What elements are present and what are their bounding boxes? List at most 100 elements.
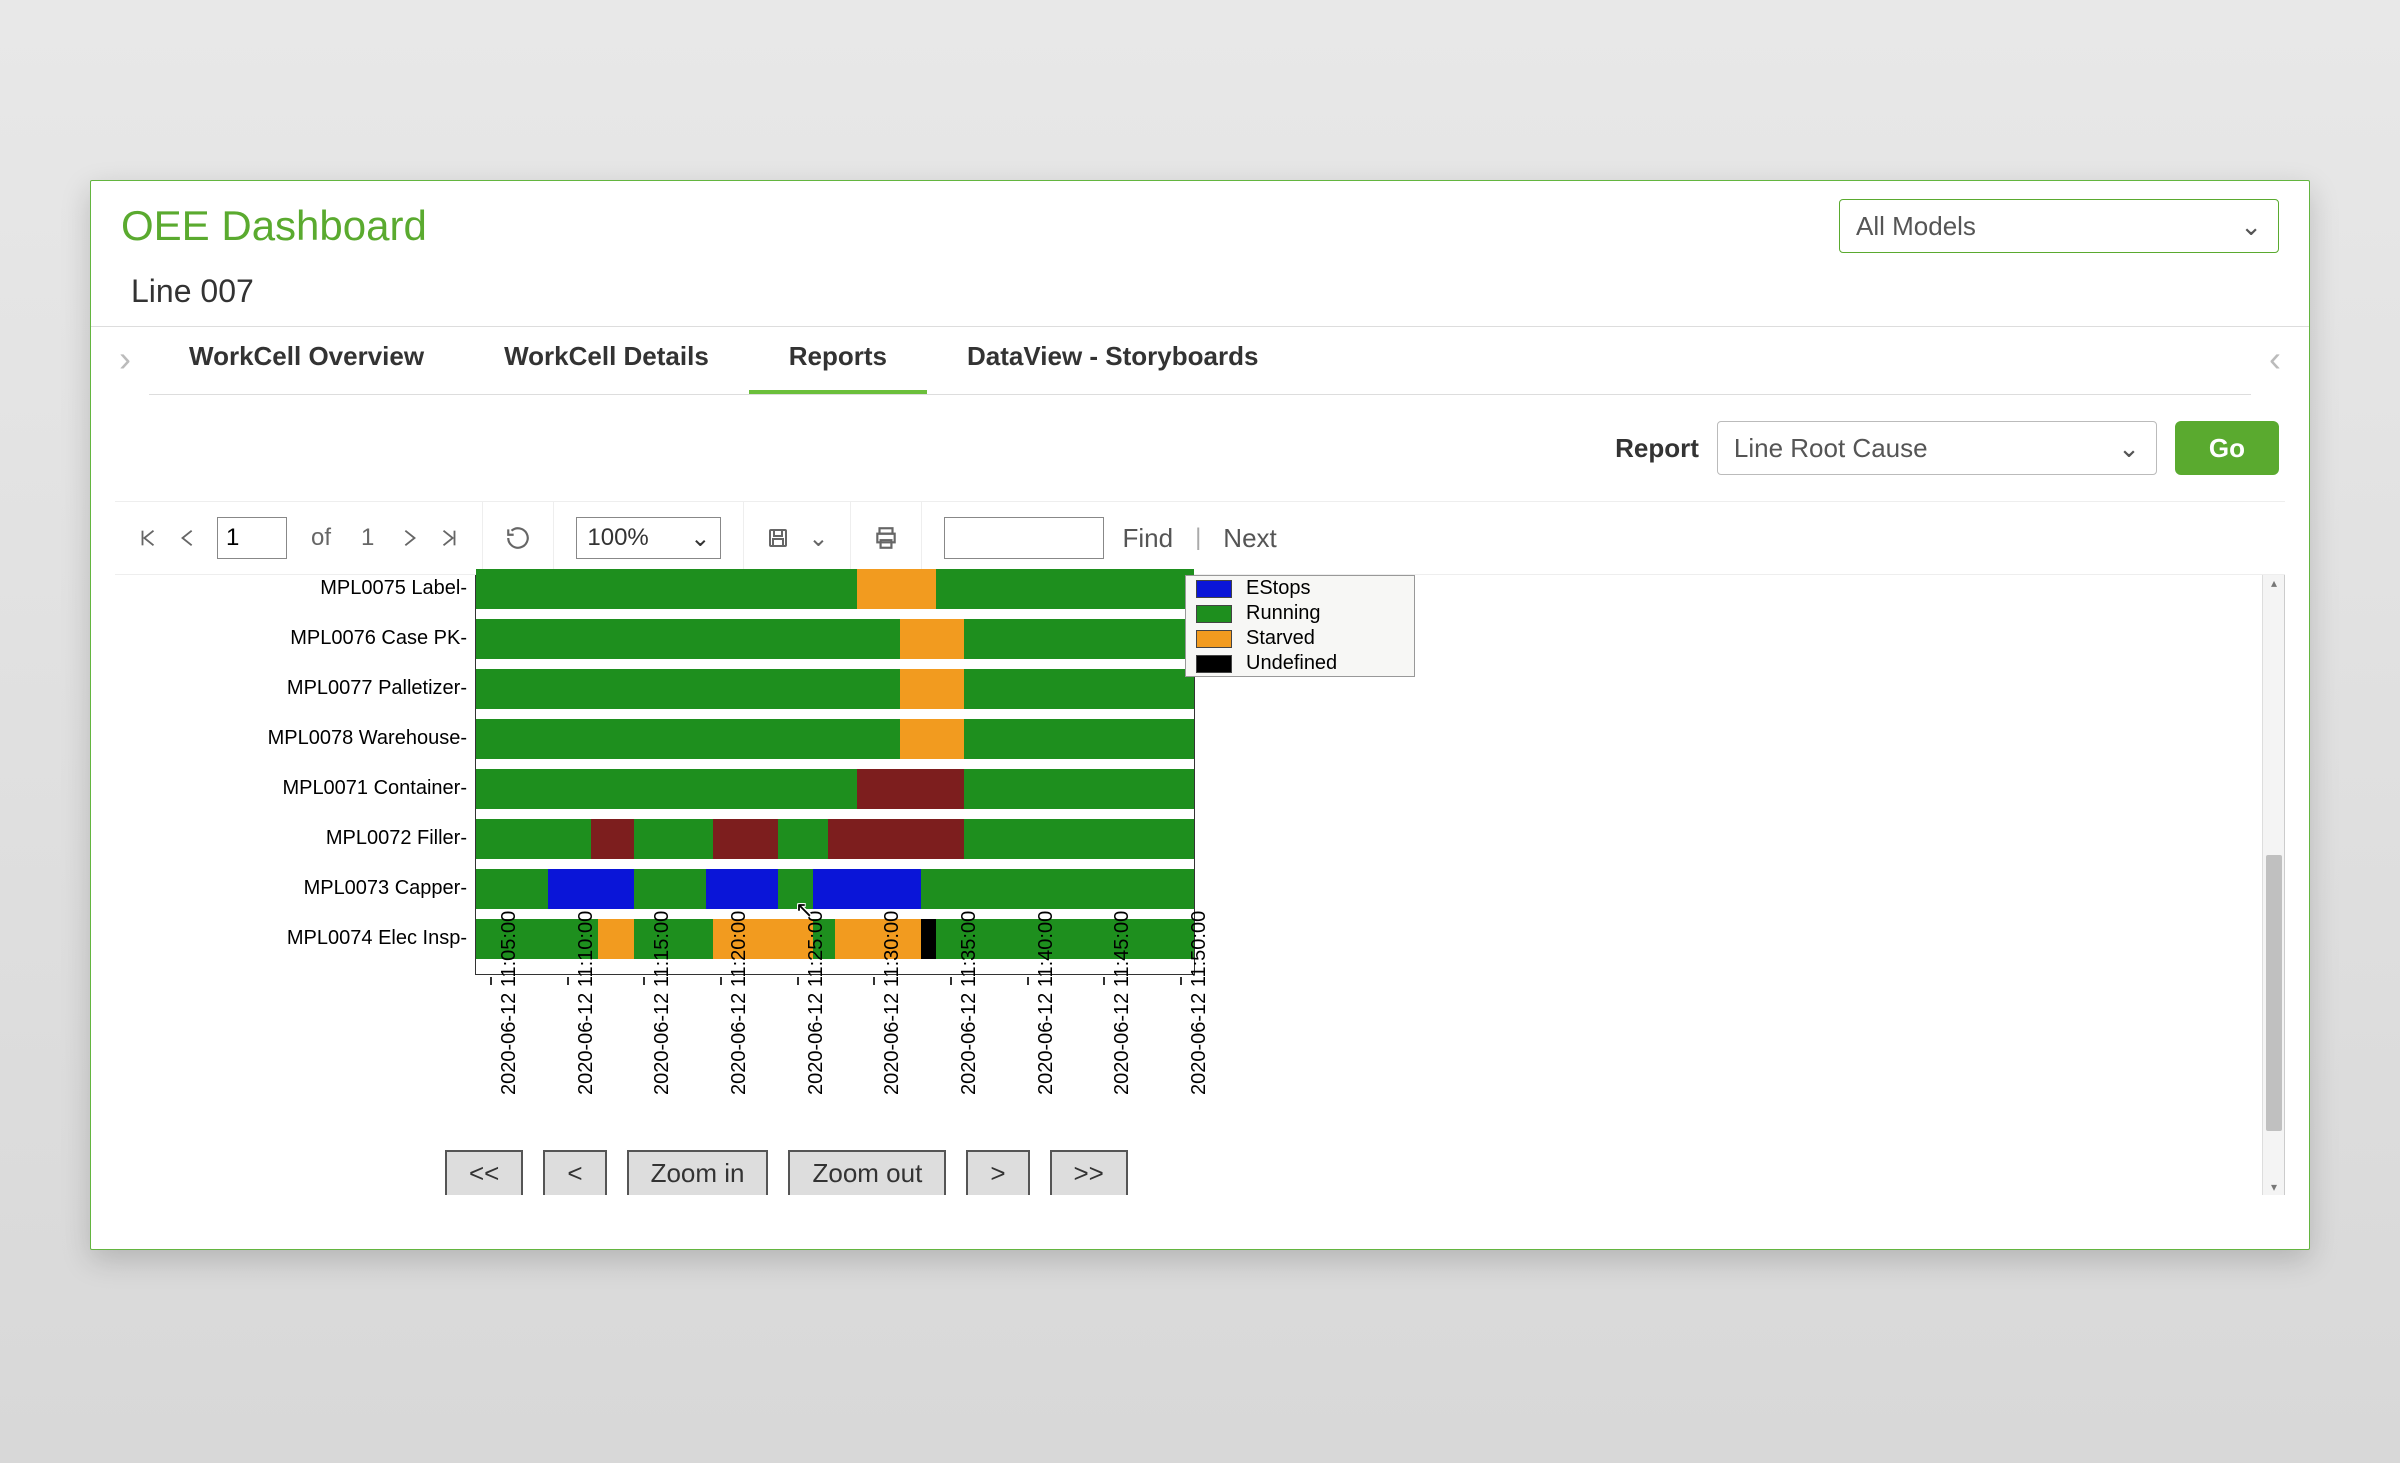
- line-row: Line 007: [91, 263, 2309, 327]
- chart-row: [476, 569, 1194, 609]
- models-dropdown-value: All Models: [1856, 211, 1976, 242]
- first-page-icon[interactable]: [137, 527, 159, 549]
- scroll-up-icon[interactable]: ▴: [2263, 575, 2285, 591]
- report-dropdown-value: Line Root Cause: [1734, 433, 1928, 464]
- x-tick: [1027, 977, 1029, 985]
- chart-segment-running: [634, 869, 706, 909]
- legend-swatch-estops: [1196, 580, 1232, 598]
- zoom-value: 100%: [587, 524, 648, 552]
- timeline-chart: MPL0075 Label- MPL0076 Case PK- MPL0077 Pa…: [173, 575, 1183, 1045]
- legend-swatch-undefined: [1196, 655, 1232, 673]
- chart-segment-running: [964, 669, 1194, 709]
- chart-segment-running: [778, 869, 814, 909]
- refresh-icon[interactable]: [505, 525, 531, 551]
- chart-segment-starved: [598, 919, 634, 959]
- chart-row-label: MPL0077 Palletizer-: [287, 677, 467, 700]
- legend-item: EStops: [1186, 576, 1414, 601]
- tab-reports[interactable]: Reports: [749, 323, 927, 394]
- chart-legend: EStops Running Starved Undefined: [1185, 575, 1415, 677]
- chart-segment-running: [476, 719, 900, 759]
- chart-segment-running: [476, 569, 857, 609]
- print-icon[interactable]: [873, 525, 899, 551]
- report-dropdown[interactable]: Line Root Cause ⌄: [1717, 421, 2157, 475]
- scroll-down-icon[interactable]: ▾: [2263, 1179, 2285, 1195]
- header: OEE Dashboard All Models ⌄: [91, 181, 2309, 263]
- x-tick: [1103, 977, 1105, 985]
- chart-row: [476, 719, 1194, 759]
- chart-segment-estops: [706, 869, 778, 909]
- chart-segment-running: [476, 769, 857, 809]
- page-number-input[interactable]: [217, 517, 287, 559]
- nav-last-button[interactable]: >>: [1050, 1150, 1128, 1195]
- tabs-scroll-right[interactable]: ‹: [2261, 338, 2289, 380]
- tab-workcell-details[interactable]: WorkCell Details: [464, 323, 749, 394]
- report-toolbar: of 1 100% ⌄ ⌄: [115, 501, 2285, 575]
- legend-item: Running: [1186, 601, 1414, 626]
- x-tick: [1180, 977, 1182, 985]
- toolbar-paging-group: of 1: [115, 502, 483, 574]
- chart-segment-starved: [857, 569, 936, 609]
- x-axis-label: 2020-06-12 11:30:00: [881, 911, 904, 1095]
- chart-row-label: MPL0075 Label-: [320, 577, 467, 600]
- nav-first-button[interactable]: <<: [445, 1150, 523, 1195]
- x-tick: [950, 977, 952, 985]
- chart-segment-running: [964, 769, 1194, 809]
- nav-next-button[interactable]: >: [966, 1150, 1029, 1195]
- tab-workcell-overview[interactable]: WorkCell Overview: [149, 323, 464, 394]
- find-next-button[interactable]: Next: [1223, 523, 1276, 554]
- chart-segment-starved: [900, 619, 965, 659]
- x-axis-label: 2020-06-12 11:05:00: [498, 911, 521, 1095]
- x-axis-label: 2020-06-12 11:20:00: [728, 911, 751, 1095]
- zoom-in-button[interactable]: Zoom in: [627, 1150, 769, 1195]
- save-icon[interactable]: [766, 526, 790, 550]
- x-tick: [873, 977, 875, 985]
- page-total-label: 1: [361, 524, 374, 552]
- x-tick: [490, 977, 492, 985]
- find-separator: |: [1195, 524, 1201, 552]
- zoom-dropdown[interactable]: 100% ⌄: [576, 517, 721, 559]
- chart-segment-running: [476, 869, 548, 909]
- chart-segment-running: [921, 869, 1194, 909]
- chart-segment-running: [936, 569, 1194, 609]
- x-tick: [797, 977, 799, 985]
- page-of-label: of: [311, 524, 331, 552]
- x-axis-label: 2020-06-12 11:35:00: [958, 911, 981, 1095]
- save-chevron-icon[interactable]: ⌄: [808, 524, 828, 553]
- legend-label: Running: [1246, 602, 1321, 625]
- chart-row-label: MPL0076 Case PK-: [290, 627, 467, 650]
- chart-row: [476, 819, 1194, 859]
- scrollbar-thumb[interactable]: [2266, 855, 2282, 1131]
- prev-page-icon[interactable]: [177, 527, 199, 549]
- x-tick: [643, 977, 645, 985]
- chart-segment-running: [964, 719, 1194, 759]
- chart-segment-running: [476, 819, 591, 859]
- tab-dataview-storyboards[interactable]: DataView - Storyboards: [927, 323, 1298, 394]
- chart-segment-running: [476, 669, 900, 709]
- report-viewport: ▴ ▾ MPL0075 Label-MPL0076 Case PK-MPL007…: [115, 575, 2285, 1195]
- tabs-row: › WorkCell Overview WorkCell Details Rep…: [91, 323, 2309, 395]
- toolbar-refresh-group: [483, 502, 554, 574]
- legend-label: Starved: [1246, 627, 1315, 650]
- legend-label: Undefined: [1246, 652, 1337, 675]
- chart-segment-running: [476, 619, 900, 659]
- chart-row-label: MPL0071 Container-: [282, 777, 467, 800]
- go-button[interactable]: Go: [2175, 421, 2279, 475]
- dashboard-card: OEE Dashboard All Models ⌄ Line 007 › Wo…: [90, 180, 2310, 1250]
- find-input[interactable]: [944, 517, 1104, 559]
- chart-row: [476, 869, 1194, 909]
- next-page-icon[interactable]: [398, 527, 420, 549]
- chart-row: [476, 619, 1194, 659]
- find-button[interactable]: Find: [1122, 523, 1173, 554]
- report-selector-row: Report Line Root Cause ⌄ Go: [91, 395, 2309, 501]
- chart-segment-starved: [835, 919, 921, 959]
- last-page-icon[interactable]: [438, 527, 460, 549]
- vertical-scrollbar[interactable]: ▴ ▾: [2262, 575, 2284, 1195]
- chart-segment-darkred: [713, 819, 778, 859]
- chart-row-label: MPL0078 Warehouse-: [268, 727, 467, 750]
- zoom-out-button[interactable]: Zoom out: [788, 1150, 946, 1195]
- tabs-scroll-left[interactable]: ›: [111, 338, 139, 380]
- chart-segment-starved: [900, 669, 965, 709]
- nav-prev-button[interactable]: <: [543, 1150, 606, 1195]
- toolbar-zoom-group: 100% ⌄: [554, 502, 744, 574]
- models-dropdown[interactable]: All Models ⌄: [1839, 199, 2279, 253]
